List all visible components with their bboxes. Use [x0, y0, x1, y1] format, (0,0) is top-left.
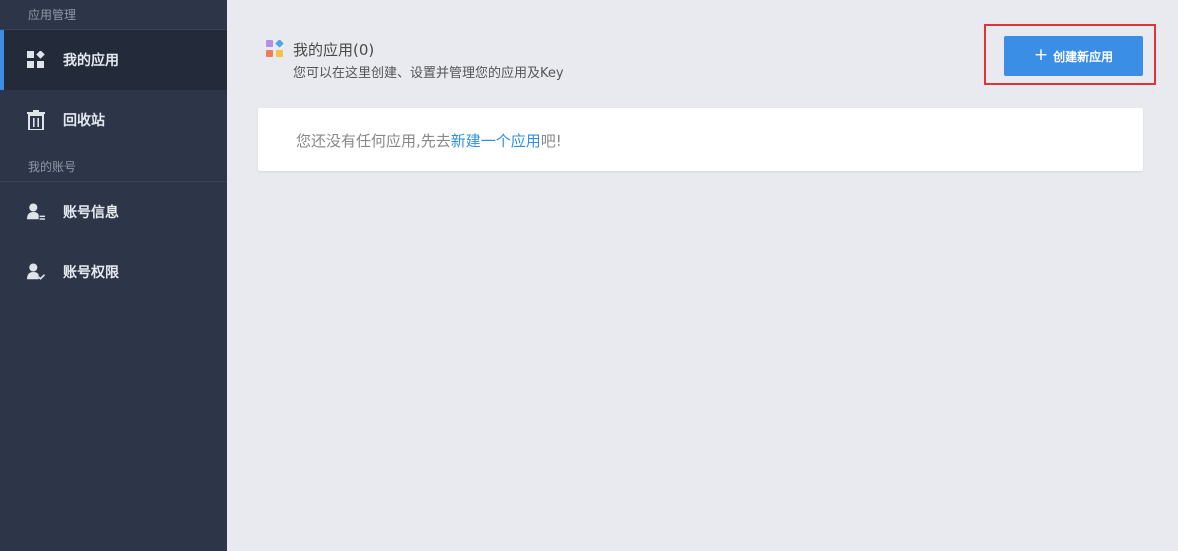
page-title: 我的应用(0)	[293, 41, 375, 59]
user-info-icon	[27, 203, 45, 221]
plus-icon: +	[1033, 44, 1049, 65]
create-app-button-label: 创建新应用	[1053, 49, 1114, 64]
sidebar-item-label: 回收站	[63, 113, 105, 129]
section-title-app-management: 应用管理	[28, 8, 77, 22]
grid-icon	[27, 51, 45, 69]
sidebar: 应用管理 我的应用 回收站 我的账号 账号信息 账号权限	[0, 0, 227, 551]
empty-state-text: 您还没有任何应用,先去新建一个应用吧!	[296, 130, 562, 151]
empty-state-card: 您还没有任何应用,先去新建一个应用吧!	[258, 108, 1143, 171]
sidebar-item-account-permissions[interactable]: 账号权限	[0, 242, 227, 302]
create-app-link[interactable]: 新建一个应用	[451, 132, 541, 150]
empty-state-suffix: 吧!	[540, 132, 562, 150]
section-title-my-account: 我的账号	[28, 160, 77, 174]
sidebar-item-my-apps[interactable]: 我的应用	[0, 30, 227, 90]
sidebar-item-label: 账号信息	[63, 205, 119, 221]
create-app-button[interactable]: + 创建新应用	[1004, 36, 1143, 76]
user-check-icon	[27, 263, 45, 281]
page-subtitle: 您可以在这里创建、设置并管理您的应用及Key	[293, 66, 564, 81]
empty-state-prefix: 您还没有任何应用,先去	[296, 132, 451, 150]
trash-icon	[27, 110, 45, 130]
sidebar-item-label: 账号权限	[63, 265, 119, 281]
sidebar-item-label: 我的应用	[63, 53, 119, 69]
app-blocks-icon	[266, 39, 284, 58]
sidebar-item-recycle-bin[interactable]: 回收站	[0, 90, 227, 150]
sidebar-item-account-info[interactable]: 账号信息	[0, 182, 227, 242]
